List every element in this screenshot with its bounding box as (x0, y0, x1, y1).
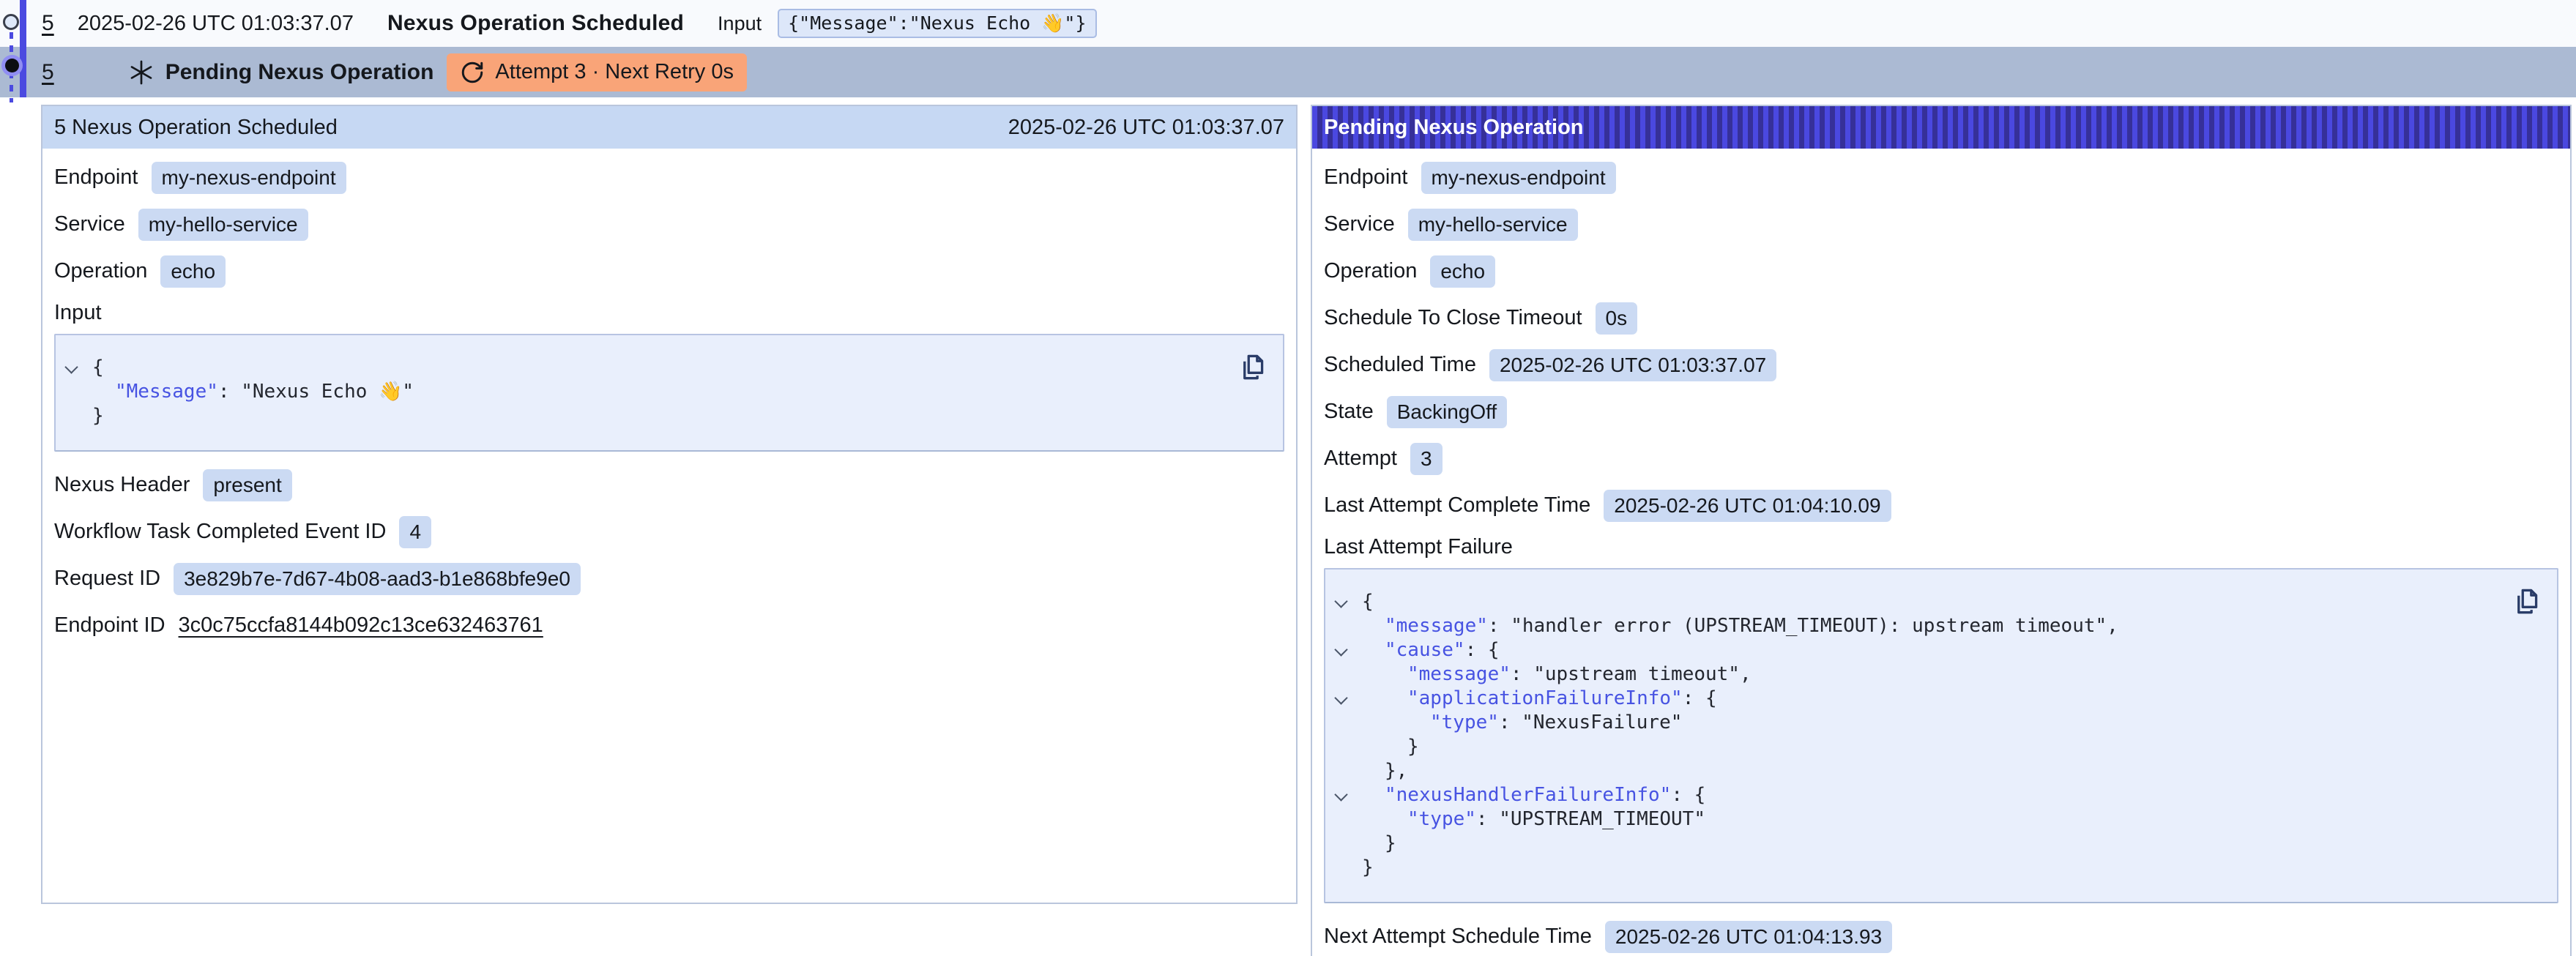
json-line: "cause": { (1325, 638, 2513, 662)
chevron-down-icon[interactable] (1334, 643, 1347, 656)
event-detail-header: 5 Nexus Operation Scheduled 2025-02-26 U… (42, 106, 1296, 149)
field-value-chip: 4 (399, 516, 431, 548)
event-row-scheduled[interactable]: 5 2025-02-26 UTC 01:03:37.07 Nexus Opera… (0, 0, 2576, 47)
retry-badge-label: Attempt 3 · Next Retry 0s (495, 60, 734, 84)
panel-timestamp: 2025-02-26 UTC 01:03:37.07 (1008, 116, 1284, 140)
field-row: Endpoint my-nexus-endpoint (54, 160, 1284, 195)
field-row: Operation echo (1324, 254, 2558, 288)
pending-node-selected-icon (5, 59, 19, 72)
field-value-chip: present (203, 469, 291, 501)
field-value-chip: BackingOff (1387, 396, 1507, 428)
field-value-chip: 2025-02-26 UTC 01:03:37.07 (1489, 349, 1776, 381)
json-line: "Message": "Nexus Echo 👋" (56, 380, 1239, 404)
pending-title: Pending Nexus Operation (165, 60, 434, 85)
input-preview-chip: {"Message":"Nexus Echo 👋"} (778, 9, 1096, 38)
json-line: "message": "upstream timeout", (1325, 662, 2513, 687)
json-line: { (1325, 590, 2513, 614)
copy-button[interactable] (1235, 351, 1267, 384)
panel-title: Pending Nexus Operation (1324, 116, 1584, 140)
failure-block-label: Last Attempt Failure (1324, 535, 2558, 559)
field-value-chip: 2025-02-26 UTC 01:04:13.93 (1605, 921, 1892, 953)
json-line: "type": "NexusFailure" (1325, 711, 2513, 735)
json-line: }, (1325, 759, 2513, 783)
field-value-chip: 0s (1596, 302, 1638, 335)
field-value-chip: 2025-02-26 UTC 01:04:10.09 (1604, 490, 1891, 522)
endpoint-id-link[interactable]: 3c0c75ccfa8144b092c13ce632463761 (179, 613, 543, 638)
field-label: Workflow Task Completed Event ID (54, 520, 386, 544)
field-row: Next Attempt Schedule Time 2025-02-26 UTC… (1324, 919, 2558, 954)
field-row: Schedule To Close Timeout 0s (1324, 301, 2558, 335)
chevron-down-icon[interactable] (64, 360, 78, 373)
chevron-down-icon[interactable] (1334, 788, 1347, 801)
field-row: Endpoint my-nexus-endpoint (1324, 160, 2558, 195)
field-label: Next Attempt Schedule Time (1324, 925, 1592, 949)
retry-badge: Attempt 3 · Next Retry 0s (447, 53, 747, 92)
field-label: Endpoint (54, 165, 138, 190)
field-value-chip: echo (160, 255, 226, 288)
field-label: Service (54, 212, 125, 236)
pending-operation-row[interactable]: 5 Pending Nexus Operation Attempt 3 · Ne… (0, 47, 2576, 97)
json-line: } (56, 404, 1239, 428)
json-line: } (1325, 856, 2513, 880)
field-row: Attempt 3 (1324, 441, 2558, 476)
json-line: "applicationFailureInfo": { (1325, 687, 2513, 711)
field-value-chip: echo (1430, 255, 1495, 288)
rotate-cw-icon (460, 60, 485, 85)
chevron-down-icon[interactable] (1334, 691, 1347, 704)
json-line: "type": "UPSTREAM_TIMEOUT" (1325, 807, 2513, 832)
field-label: State (1324, 400, 1374, 424)
field-label: Operation (54, 259, 147, 283)
failure-json-block: {"message": "handler error (UPSTREAM_TIM… (1324, 568, 2558, 903)
json-line: } (1325, 735, 2513, 759)
field-label: Scheduled Time (1324, 353, 1476, 377)
field-row: State BackingOff (1324, 395, 2558, 429)
field-row: Operation echo (54, 254, 1284, 288)
event-node-icon (3, 14, 19, 30)
field-value-chip: my-nexus-endpoint (1421, 162, 1616, 194)
event-timestamp: 2025-02-26 UTC 01:03:37.07 (78, 12, 354, 36)
json-line: "nexusHandlerFailureInfo": { (1325, 783, 2513, 807)
event-title: Nexus Operation Scheduled (387, 11, 684, 36)
detail-panels: 5 Nexus Operation Scheduled 2025-02-26 U… (0, 105, 2576, 956)
pending-detail-header: Pending Nexus Operation (1312, 106, 2570, 149)
field-label: Last Attempt Complete Time (1324, 493, 1590, 518)
field-label: Operation (1324, 259, 1417, 283)
field-row: Nexus Header present (54, 468, 1284, 502)
field-row: Service my-hello-service (1324, 207, 2558, 242)
json-line: { (56, 356, 1239, 380)
event-detail-panel: 5 Nexus Operation Scheduled 2025-02-26 U… (41, 105, 1298, 904)
field-label: Endpoint (1324, 165, 1408, 190)
asterisk-icon (127, 59, 155, 86)
input-json-block: {"Message": "Nexus Echo 👋"} (54, 334, 1284, 452)
input-label: Input (718, 12, 762, 35)
field-label: Endpoint ID (54, 613, 165, 638)
field-label: Attempt (1324, 447, 1397, 471)
field-row: Request ID 3e829b7e-7d67-4b08-aad3-b1e868… (54, 561, 1284, 596)
field-row: Scheduled Time 2025-02-26 UTC 01:03:37.07 (1324, 348, 2558, 382)
field-row: Workflow Task Completed Event ID 4 (54, 515, 1284, 549)
field-row: Endpoint ID 3c0c75ccfa8144b092c13ce632463… (54, 608, 1284, 643)
field-value-chip: 3 (1410, 443, 1443, 475)
pending-id-link[interactable]: 5 (42, 60, 54, 85)
field-value-chip: my-hello-service (1408, 209, 1578, 241)
field-label: Schedule To Close Timeout (1324, 306, 1582, 330)
event-id-link[interactable]: 5 (42, 11, 54, 36)
field-value-chip: 3e829b7e-7d67-4b08-aad3-b1e868bfe9e0 (174, 563, 581, 595)
field-label: Request ID (54, 567, 160, 591)
field-value-chip: my-hello-service (138, 209, 308, 241)
field-row: Last Attempt Complete Time 2025-02-26 UTC… (1324, 488, 2558, 523)
json-line: } (1325, 832, 2513, 856)
chevron-down-icon[interactable] (1334, 594, 1347, 608)
json-line: "message": "handler error (UPSTREAM_TIME… (1325, 614, 2513, 638)
field-row: Service my-hello-service (54, 207, 1284, 242)
timeline-accent-bar (20, 0, 26, 97)
field-value-chip: my-nexus-endpoint (152, 162, 346, 194)
field-label: Nexus Header (54, 473, 190, 497)
panel-title: 5 Nexus Operation Scheduled (54, 116, 338, 140)
field-label: Service (1324, 212, 1395, 236)
pending-detail-panel: Pending Nexus Operation Endpoint my-nexus… (1311, 105, 2572, 956)
copy-button[interactable] (2509, 586, 2541, 618)
input-block-label: Input (54, 301, 1284, 325)
